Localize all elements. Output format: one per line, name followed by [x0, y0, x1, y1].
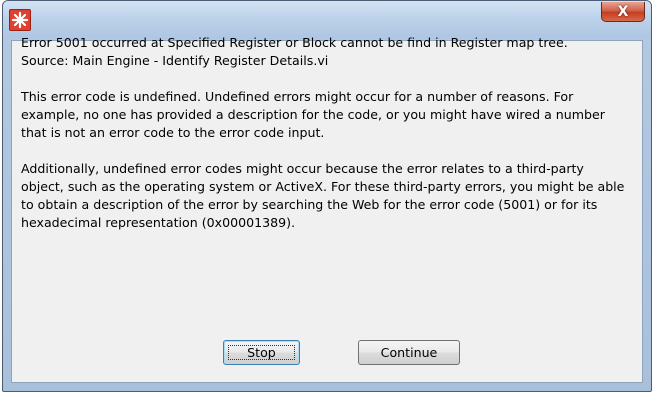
error-additional-info: Additionally, undefined error codes migh… — [21, 161, 625, 230]
focus-rectangle — [228, 345, 295, 360]
close-button[interactable]: X — [601, 2, 645, 22]
close-icon: X — [617, 3, 629, 20]
error-dialog-window: X Error 5001 occurred at Specified Regis… — [2, 0, 652, 392]
app-glyph-icon — [11, 11, 29, 29]
error-source: Source: Main Engine - Identify Register … — [21, 53, 329, 68]
error-line: Error 5001 occurred at Specified Registe… — [21, 35, 568, 50]
labview-icon — [9, 9, 31, 31]
error-message: Error 5001 occurred at Specified Registe… — [21, 34, 627, 250]
continue-button-label: Continue — [380, 345, 438, 360]
error-explanation: This error code is undefined. Undefined … — [21, 89, 605, 140]
stop-button[interactable]: Stop — [223, 340, 300, 365]
continue-button[interactable]: Continue — [358, 340, 460, 365]
